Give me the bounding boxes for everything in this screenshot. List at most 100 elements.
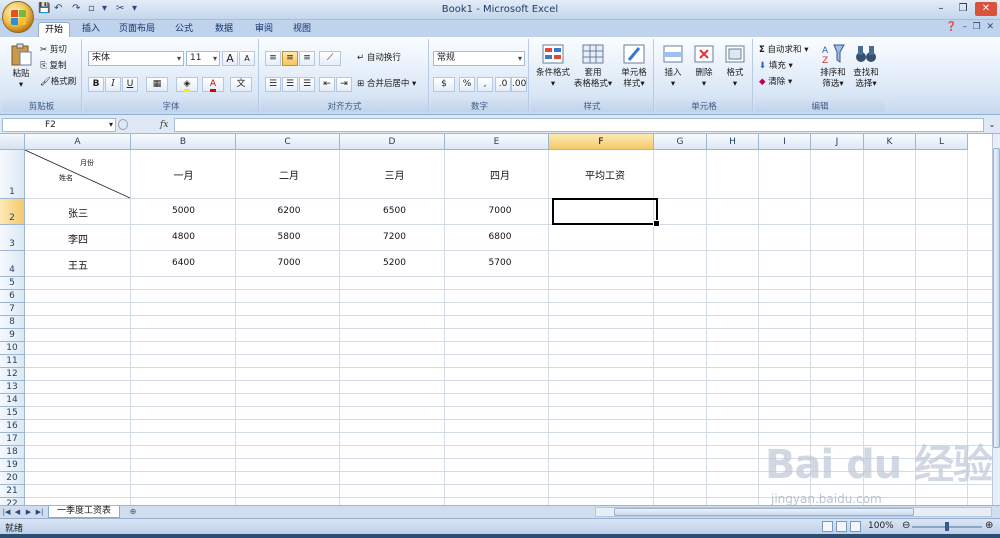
row-header-9[interactable]: 9 xyxy=(0,329,25,342)
cell-value[interactable]: 7200 xyxy=(342,232,447,242)
align-center-icon[interactable]: ☰ xyxy=(282,77,298,92)
first-sheet-icon[interactable]: |◀ xyxy=(2,507,11,517)
column-header-g[interactable]: G xyxy=(654,134,707,150)
comma-button[interactable]: , xyxy=(477,77,493,92)
column-header-j[interactable]: J xyxy=(811,134,864,150)
zoom-out-icon[interactable]: ⊖ xyxy=(902,520,910,531)
zoom-slider[interactable] xyxy=(912,522,982,531)
cell-value[interactable]: 7000 xyxy=(237,258,341,268)
fill-color-button[interactable]: ◈ xyxy=(176,77,198,92)
percent-button[interactable]: % xyxy=(459,77,475,92)
tab-data[interactable]: 数据 xyxy=(209,22,239,37)
header-jan[interactable]: 一月 xyxy=(131,167,236,182)
row-header-13[interactable]: 13 xyxy=(0,381,25,394)
cell-value[interactable]: 7000 xyxy=(448,206,552,216)
page-break-view-icon[interactable] xyxy=(850,521,861,532)
name-box[interactable]: F2 xyxy=(2,118,116,132)
find-select-button[interactable]: 查找和 选择▾ xyxy=(850,42,882,90)
expand-formula-bar-icon[interactable]: ⌄ xyxy=(986,118,998,132)
italic-button[interactable]: I xyxy=(105,77,121,92)
active-cell-selection[interactable] xyxy=(552,198,660,227)
cell-value[interactable]: 5700 xyxy=(448,258,552,268)
border-button[interactable]: ▦ xyxy=(146,77,168,92)
cell-value[interactable]: 6800 xyxy=(448,232,552,242)
autosum-button[interactable]: Σ 自动求和 ▾ xyxy=(759,43,809,57)
cell-value[interactable]: 4800 xyxy=(131,232,236,242)
close-button[interactable]: ✕ xyxy=(975,2,997,16)
row-header-17[interactable]: 17 xyxy=(0,433,25,446)
row-header-15[interactable]: 15 xyxy=(0,407,25,420)
formula-input[interactable] xyxy=(174,118,984,132)
cell-styles-button[interactable]: 单元格 样式▾ xyxy=(615,42,653,90)
cell-name[interactable]: 李四 xyxy=(25,231,131,246)
currency-icon[interactable]: $ xyxy=(433,77,455,92)
row-header-8[interactable]: 8 xyxy=(0,316,25,329)
font-color-button[interactable]: A xyxy=(202,77,224,92)
column-header-i[interactable]: I xyxy=(759,134,811,150)
cell-value[interactable]: 5200 xyxy=(342,258,447,268)
font-size-select[interactable]: 11 xyxy=(186,51,220,66)
shrink-font-button[interactable]: A xyxy=(239,51,255,66)
align-left-icon[interactable]: ☰ xyxy=(265,77,281,92)
row-header-3[interactable]: 3 xyxy=(0,225,25,251)
paste-button[interactable]: 粘贴 ▾ xyxy=(6,43,36,91)
cell-name[interactable]: 王五 xyxy=(25,257,131,272)
header-feb[interactable]: 二月 xyxy=(237,167,341,182)
column-header-a[interactable]: A xyxy=(25,134,131,150)
cell-value[interactable]: 6400 xyxy=(131,258,236,268)
tab-formulas[interactable]: 公式 xyxy=(169,22,199,37)
vertical-scrollbar[interactable] xyxy=(992,134,1000,506)
cell-value[interactable]: 6500 xyxy=(342,206,447,216)
row-header-12[interactable]: 12 xyxy=(0,368,25,381)
row-header-16[interactable]: 16 xyxy=(0,420,25,433)
header-apr[interactable]: 四月 xyxy=(448,167,552,182)
bold-button[interactable]: B xyxy=(88,77,104,92)
merge-center-button[interactable]: ⊞ 合并后居中 ▾ xyxy=(357,77,416,91)
wrap-text-button[interactable]: ↵ 自动换行 xyxy=(357,51,401,65)
tab-view[interactable]: 视图 xyxy=(287,22,317,37)
align-middle-icon[interactable]: ≡ xyxy=(282,51,298,66)
horizontal-scroll-thumb[interactable] xyxy=(614,508,914,516)
column-header-h[interactable]: H xyxy=(707,134,759,150)
cell-value[interactable]: 5800 xyxy=(237,232,341,242)
horizontal-scrollbar[interactable] xyxy=(595,507,992,517)
column-header-b[interactable]: B xyxy=(131,134,236,150)
orientation-icon[interactable]: ⟋ xyxy=(319,51,341,66)
font-name-select[interactable]: 宋体 xyxy=(88,51,184,66)
format-cells-button[interactable]: 格式 ▾ xyxy=(720,42,750,90)
tab-home[interactable]: 开始 xyxy=(38,22,71,37)
sort-filter-button[interactable]: AZ 排序和 筛选▾ xyxy=(817,42,849,90)
column-header-l[interactable]: L xyxy=(916,134,968,150)
tab-insert[interactable]: 插入 xyxy=(76,22,106,37)
select-all-corner[interactable] xyxy=(0,134,25,150)
row-header-14[interactable]: 14 xyxy=(0,394,25,407)
phonetic-button[interactable]: 文 xyxy=(230,77,252,92)
align-top-icon[interactable]: ≡ xyxy=(265,51,281,66)
copy-button[interactable]: ⎘ 复制 xyxy=(40,59,67,73)
row-header-11[interactable]: 11 xyxy=(0,355,25,368)
row-header-10[interactable]: 10 xyxy=(0,342,25,355)
insert-function-button[interactable]: fx xyxy=(160,118,168,132)
sheet-tab[interactable]: 一季度工资表 xyxy=(48,506,121,518)
next-sheet-icon[interactable]: ▶ xyxy=(24,507,33,517)
row-header-1[interactable]: 1 xyxy=(0,150,25,199)
column-header-f[interactable]: F xyxy=(549,134,654,150)
fill-button[interactable]: ⬇ 填充 ▾ xyxy=(759,59,793,73)
vertical-scroll-thumb[interactable] xyxy=(993,148,1000,448)
row-header-20[interactable]: 20 xyxy=(0,472,25,485)
help-icon[interactable]: ❓ – ❐ ✕ xyxy=(946,22,994,32)
zoom-level[interactable]: 100% xyxy=(868,521,894,531)
last-sheet-icon[interactable]: ▶| xyxy=(35,507,44,517)
worksheet-grid[interactable]: ABCDEFGHIJKL 1 2 3 4 5 6 7 8 9 10 11 12 13 14 15 16 17 18… xyxy=(0,134,992,506)
office-button[interactable] xyxy=(2,1,34,33)
page-layout-view-icon[interactable] xyxy=(836,521,847,532)
prev-sheet-icon[interactable]: ◀ xyxy=(13,507,22,517)
decrease-indent-icon[interactable]: ⇤ xyxy=(319,77,335,92)
increase-indent-icon[interactable]: ⇥ xyxy=(336,77,352,92)
decrease-decimal-icon[interactable]: .00 xyxy=(511,77,527,92)
format-as-table-button[interactable]: 套用 表格格式▾ xyxy=(573,42,613,90)
column-header-c[interactable]: C xyxy=(236,134,340,150)
cell-value[interactable]: 5000 xyxy=(131,206,236,216)
column-header-d[interactable]: D xyxy=(340,134,445,150)
zoom-in-icon[interactable]: ⊕ xyxy=(985,520,993,531)
